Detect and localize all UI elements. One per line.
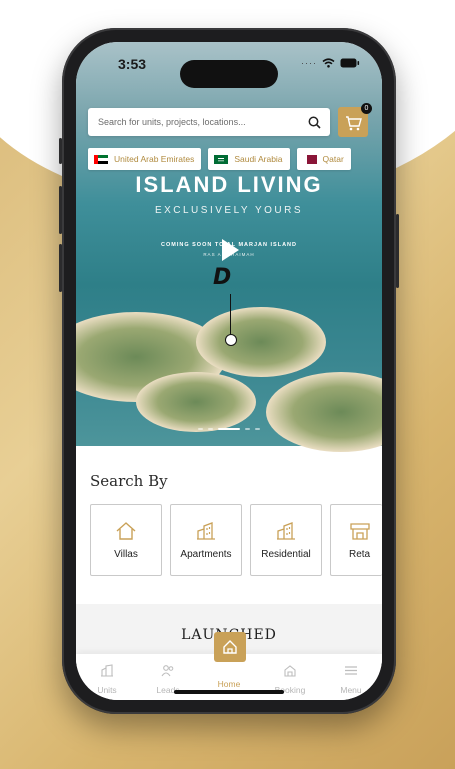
category-list: Villas Apartments Residential Reta (90, 504, 382, 576)
home-icon (223, 640, 237, 654)
phone-screen: 3:53 ···· Search for units, projects, lo… (76, 42, 382, 700)
signal-icon: ···· (301, 58, 317, 68)
menu-icon (345, 666, 357, 675)
country-filter: United Arab Emirates Saudi Arabia Qatar (88, 148, 351, 170)
category-label: Reta (349, 548, 371, 560)
nav-label: Units (97, 685, 117, 695)
brand-logo: D (213, 265, 232, 290)
category-label: Apartments (180, 548, 232, 560)
country-chip-uae[interactable]: United Arab Emirates (88, 148, 202, 170)
carousel-dot[interactable] (255, 428, 260, 430)
search-by-title: Search By (90, 472, 168, 490)
carousel-indicator[interactable] (76, 428, 382, 430)
booking-icon (284, 665, 296, 677)
dynamic-island (180, 60, 278, 88)
mute-switch (59, 138, 62, 164)
carousel-dot[interactable] (198, 428, 203, 430)
qatar-flag-icon (302, 154, 317, 164)
carousel-dot[interactable] (218, 428, 240, 430)
location-pin-icon (225, 334, 237, 346)
power-button (396, 214, 399, 288)
island-image (196, 307, 326, 377)
hero-banner[interactable]: 3:53 ···· Search for units, projects, lo… (76, 42, 382, 452)
store-icon (350, 522, 370, 540)
country-chip-saudi[interactable]: Saudi Arabia (208, 148, 290, 170)
status-bar: 3:53 ···· (76, 54, 382, 88)
uae-flag-icon (94, 154, 108, 164)
search-icon[interactable] (308, 116, 321, 129)
phone-frame: 3:53 ···· Search for units, projects, lo… (59, 28, 399, 714)
home-indicator (174, 690, 284, 694)
play-icon[interactable] (215, 236, 243, 264)
island-image (266, 372, 382, 452)
volume-down-button (59, 244, 62, 292)
buildings-icon (277, 521, 295, 540)
search-input[interactable] (88, 116, 308, 128)
buildings-icon (197, 521, 215, 540)
volume-up-button (59, 186, 62, 234)
nav-item-units[interactable]: Units (82, 664, 132, 695)
nav-item-menu[interactable]: Menu (326, 664, 376, 695)
category-label: Residential (261, 548, 311, 560)
house-icon (116, 521, 136, 540)
carousel-dot[interactable] (208, 428, 213, 430)
category-villas[interactable]: Villas (90, 504, 162, 576)
hero-subtitle: EXCLUSIVELY YOURS (154, 205, 304, 216)
hero-title: ISLAND LIVING (135, 172, 323, 197)
carousel-dot[interactable] (245, 428, 250, 430)
cart-badge: 0 (361, 103, 372, 114)
battery-icon (340, 58, 360, 68)
cart-button[interactable]: 0 (338, 103, 372, 137)
country-label: Saudi Arabia (234, 154, 283, 164)
wifi-icon (322, 58, 335, 68)
location-pin-line (230, 294, 231, 334)
country-chip-qatar[interactable]: Qatar (296, 148, 351, 170)
search-bar[interactable] (88, 108, 330, 136)
island-image (136, 372, 256, 432)
nav-label: Home (217, 679, 241, 689)
country-label: Qatar (322, 154, 344, 164)
nav-label: Menu (340, 685, 362, 695)
category-retail[interactable]: Reta (330, 504, 382, 576)
country-label: United Arab Emirates (114, 154, 195, 164)
status-icons: ···· (301, 58, 360, 68)
category-apartments[interactable]: Apartments (170, 504, 242, 576)
category-residential[interactable]: Residential (250, 504, 322, 576)
category-label: Villas (114, 548, 138, 560)
nav-item-home[interactable]: Home (204, 676, 254, 689)
leads-icon (161, 665, 174, 677)
saudi-flag-icon (214, 154, 229, 164)
status-time: 3:53 (118, 56, 147, 72)
units-icon (101, 664, 113, 677)
home-button[interactable] (214, 632, 246, 662)
